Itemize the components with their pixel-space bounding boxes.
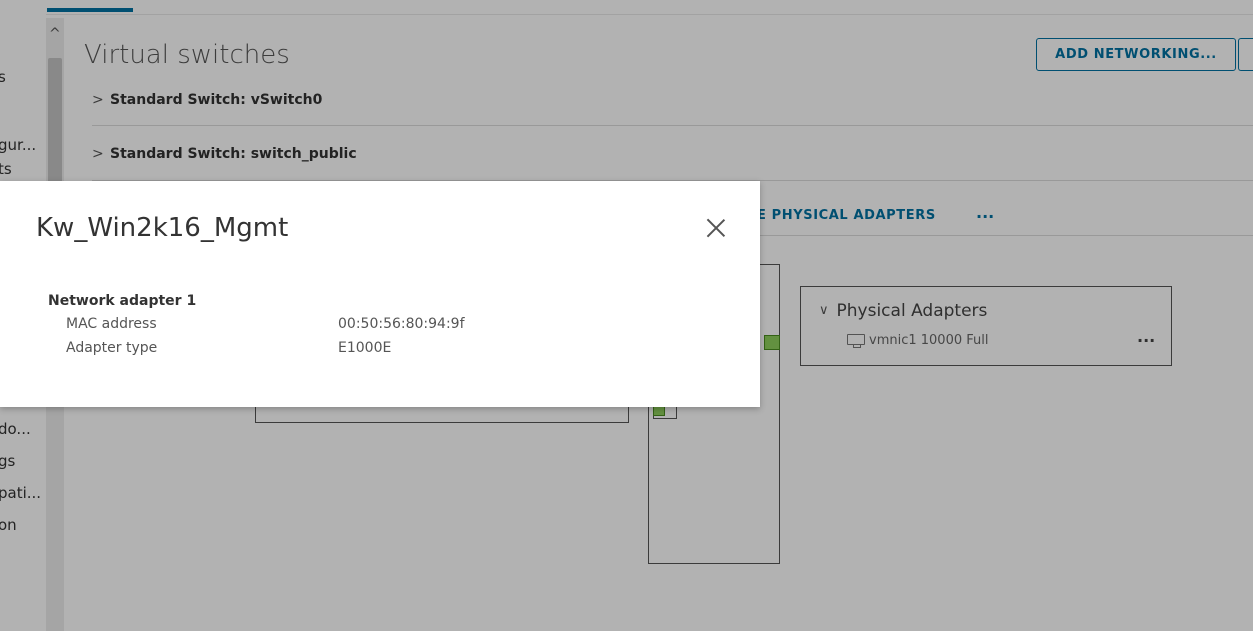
close-icon[interactable]	[705, 217, 727, 239]
adapter-type-label: Adapter type	[66, 340, 158, 356]
modal-title: Kw_Win2k16_Mgmt	[36, 213, 289, 243]
mac-address-label: MAC address	[66, 316, 157, 332]
adapter-section-label: Network adapter 1	[48, 293, 197, 309]
vm-details-popup: Kw_Win2k16_Mgmt Network adapter 1 MAC ad…	[0, 181, 760, 407]
adapter-type-value: E1000E	[338, 340, 392, 356]
mac-address-value: 00:50:56:80:94:9f	[338, 316, 465, 332]
vsphere-networking-page: s gur... ts do... gs pati... on ^ Virtua…	[0, 0, 1253, 631]
